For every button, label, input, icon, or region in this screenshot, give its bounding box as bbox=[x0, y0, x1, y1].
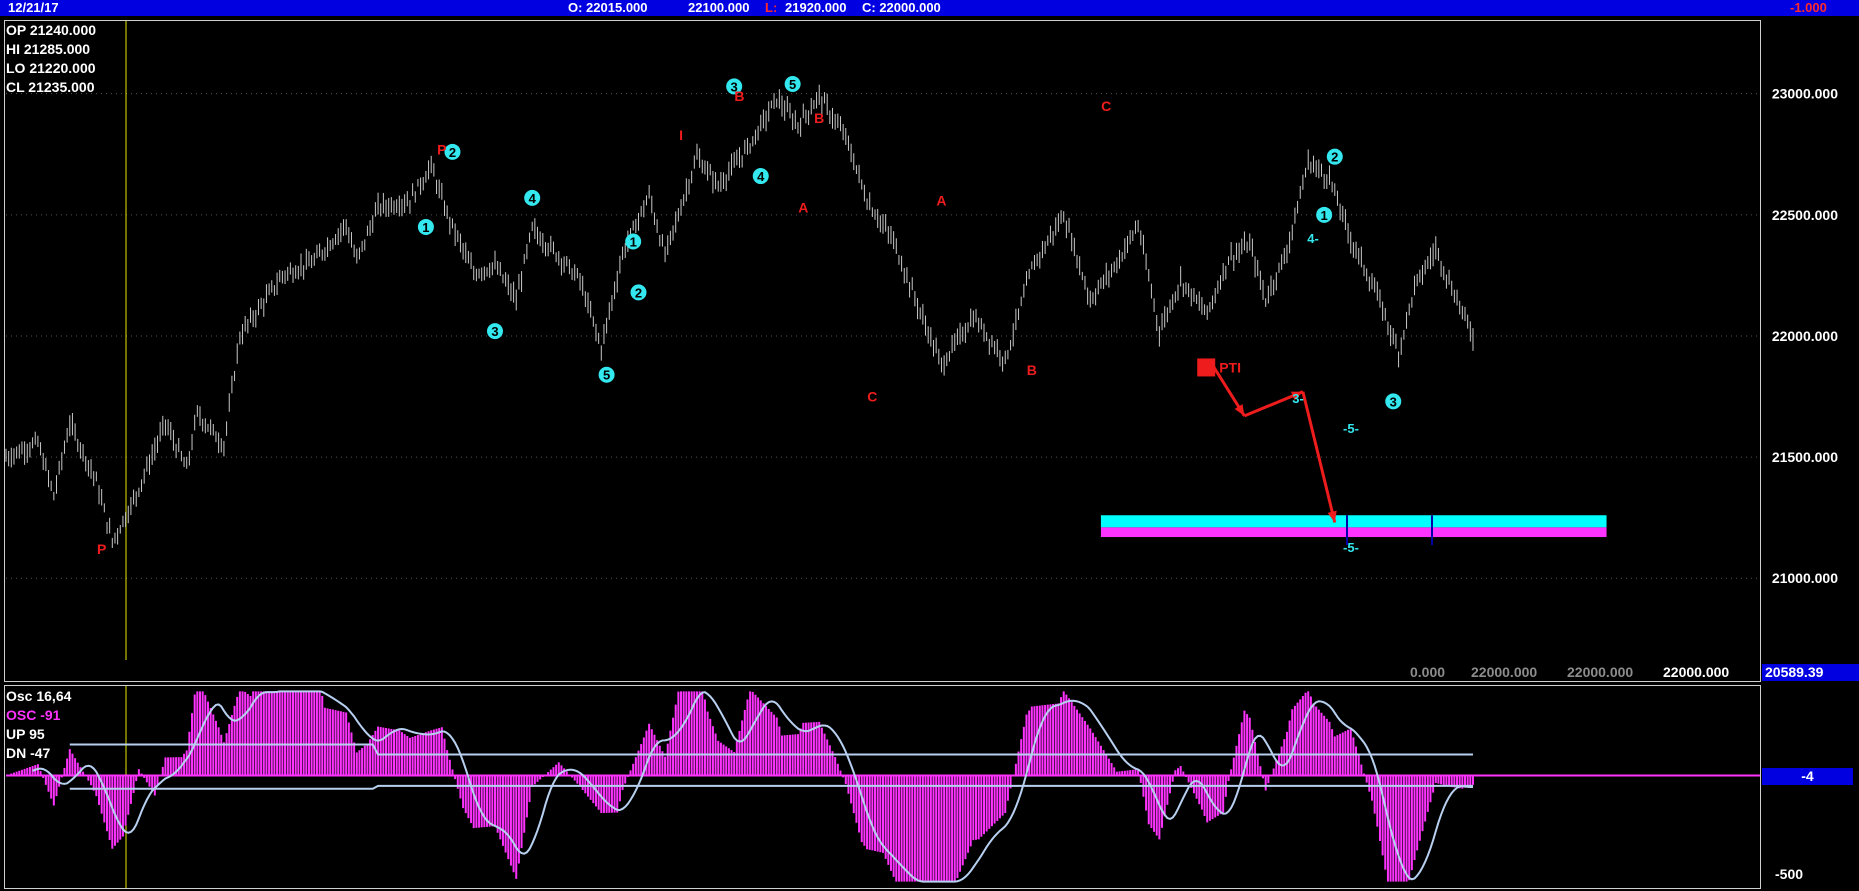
projection-arrow bbox=[1301, 391, 1337, 523]
osc-lower-band bbox=[69, 784, 1473, 790]
wave-label-cyan: 2 bbox=[635, 285, 642, 300]
wave-label-cyan: 2 bbox=[1331, 150, 1338, 165]
wave-label-red: P bbox=[97, 541, 106, 557]
ohlc-high: HI 21285.000 bbox=[6, 41, 91, 57]
chart-canvas: 23000.000 22500.000 22000.000 21500.000 2100… bbox=[5, 21, 1838, 888]
wave-label-red: I bbox=[679, 127, 683, 143]
osc-value: OSC -91 bbox=[6, 707, 61, 723]
annotation: -5- bbox=[1343, 421, 1359, 436]
osc-zero-box: -4 bbox=[1762, 768, 1853, 785]
wave-label-red: C bbox=[867, 389, 877, 405]
pti-label: PTI bbox=[1219, 359, 1241, 375]
wave-label-red: A bbox=[798, 200, 808, 216]
bottom-value-3: 22000.000 bbox=[1567, 664, 1634, 680]
wave-label-cyan: 4 bbox=[757, 169, 765, 184]
y-tick-label: 23000.000 bbox=[1772, 86, 1838, 102]
ohlc-low: LO 21220.000 bbox=[6, 60, 96, 76]
bottom-value-1: 0.000 bbox=[1410, 664, 1446, 680]
wave-label-cyan: 5 bbox=[603, 368, 610, 383]
y-tick-label: 21000.000 bbox=[1772, 570, 1838, 586]
pti-box bbox=[1197, 358, 1216, 377]
annotation: 3- bbox=[1292, 391, 1304, 406]
wave-label-cyan: 4 bbox=[529, 191, 537, 206]
annotation: -5- bbox=[1343, 540, 1359, 555]
annotation: 4- bbox=[1307, 231, 1319, 246]
osc-dn: DN -47 bbox=[6, 745, 51, 761]
y-tick-label: 21500.000 bbox=[1772, 449, 1838, 465]
ohlc-close: CL 21235.000 bbox=[6, 79, 95, 95]
osc-title: Osc 16,64 bbox=[6, 688, 72, 704]
osc-axis-bottom: -500 bbox=[1775, 866, 1804, 882]
wave-label-red: B bbox=[734, 88, 744, 104]
wave-label-cyan: 2 bbox=[449, 145, 456, 160]
wave-label-red: P bbox=[437, 141, 446, 157]
wave-label-cyan: 1 bbox=[1321, 208, 1328, 223]
wave-label-red: C bbox=[1101, 98, 1111, 114]
wave-label-cyan: 1 bbox=[630, 234, 637, 249]
bottom-value-2: 22000.000 bbox=[1471, 664, 1538, 680]
bottom-value-4: 22000.000 bbox=[1663, 664, 1730, 680]
y-tick-label: 22000.000 bbox=[1772, 328, 1838, 344]
wave-label-cyan: 3 bbox=[491, 324, 498, 339]
osc-up: UP 95 bbox=[6, 726, 45, 742]
wave-label-cyan: 1 bbox=[422, 220, 429, 235]
wave-label-cyan: 5 bbox=[789, 77, 796, 92]
price-box: 20589.39 bbox=[1762, 664, 1859, 681]
ohlc-open: OP 21240.000 bbox=[6, 22, 97, 38]
y-tick-label: 22500.000 bbox=[1772, 207, 1838, 223]
wave-label-red: B bbox=[1027, 362, 1037, 378]
wave-label-red: B bbox=[814, 110, 824, 126]
target-zone-upper bbox=[1100, 515, 1607, 528]
wave-label-red: A bbox=[936, 192, 946, 208]
target-zone-lower bbox=[1100, 527, 1607, 538]
wave-label-cyan: 3 bbox=[1390, 394, 1397, 409]
